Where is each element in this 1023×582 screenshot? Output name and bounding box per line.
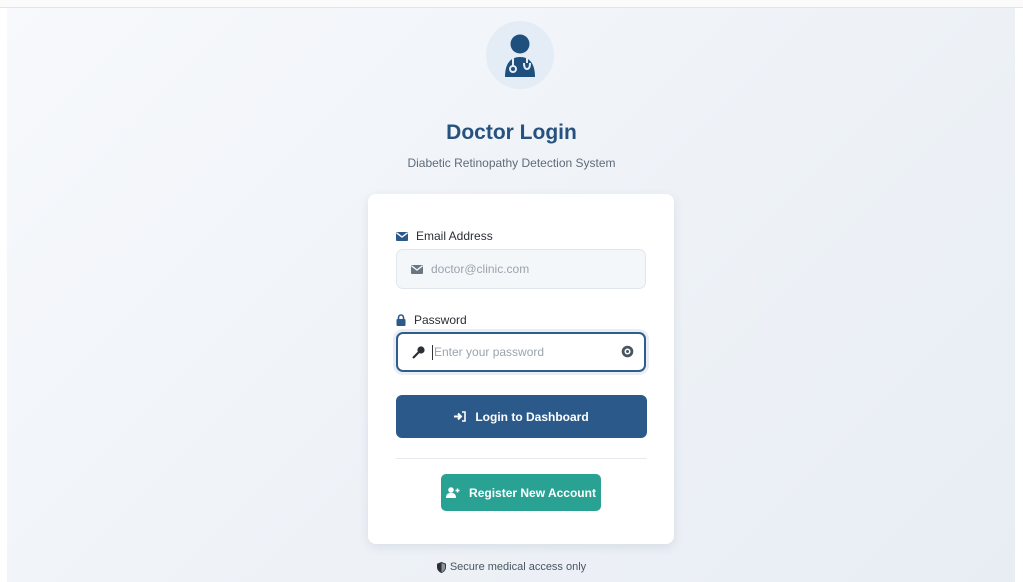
login-button-label: Login to Dashboard <box>475 409 589 424</box>
top-edge <box>0 0 1023 8</box>
eye-icon <box>621 345 634 358</box>
page-subtitle: Diabetic Retinopathy Detection System <box>407 156 616 170</box>
email-placeholder: doctor@clinic.com <box>431 262 530 276</box>
security-note-text: Secure medical access only <box>449 561 587 573</box>
security-note: Secure medical access only <box>0 561 1023 573</box>
envelope-icon <box>396 231 408 241</box>
register-button-label: Register New Account <box>469 485 596 500</box>
register-button[interactable]: Register New Account <box>441 474 601 511</box>
login-card: Email Address doctor@clinic.com Password… <box>368 194 674 544</box>
sign-in-icon <box>454 411 467 422</box>
envelope-icon <box>411 264 423 274</box>
password-label-text: Password <box>414 313 467 327</box>
toggle-password-visibility[interactable] <box>621 345 634 363</box>
text-cursor <box>432 344 433 360</box>
email-field[interactable]: doctor@clinic.com <box>396 249 646 289</box>
email-label: Email Address <box>396 229 493 243</box>
page-title: Doctor Login <box>446 121 577 144</box>
key-icon <box>411 345 425 359</box>
password-placeholder: Enter your password <box>434 345 545 359</box>
login-button[interactable]: Login to Dashboard <box>396 395 647 438</box>
password-field[interactable]: Enter your password <box>396 332 646 372</box>
email-label-text: Email Address <box>416 229 493 243</box>
lock-icon <box>396 314 406 326</box>
user-plus-icon <box>446 487 460 498</box>
doctor-avatar <box>486 21 554 89</box>
password-label: Password <box>396 313 467 327</box>
shield-icon <box>436 561 446 573</box>
form-divider <box>396 458 647 459</box>
doctor-avatar-icon <box>505 34 535 77</box>
